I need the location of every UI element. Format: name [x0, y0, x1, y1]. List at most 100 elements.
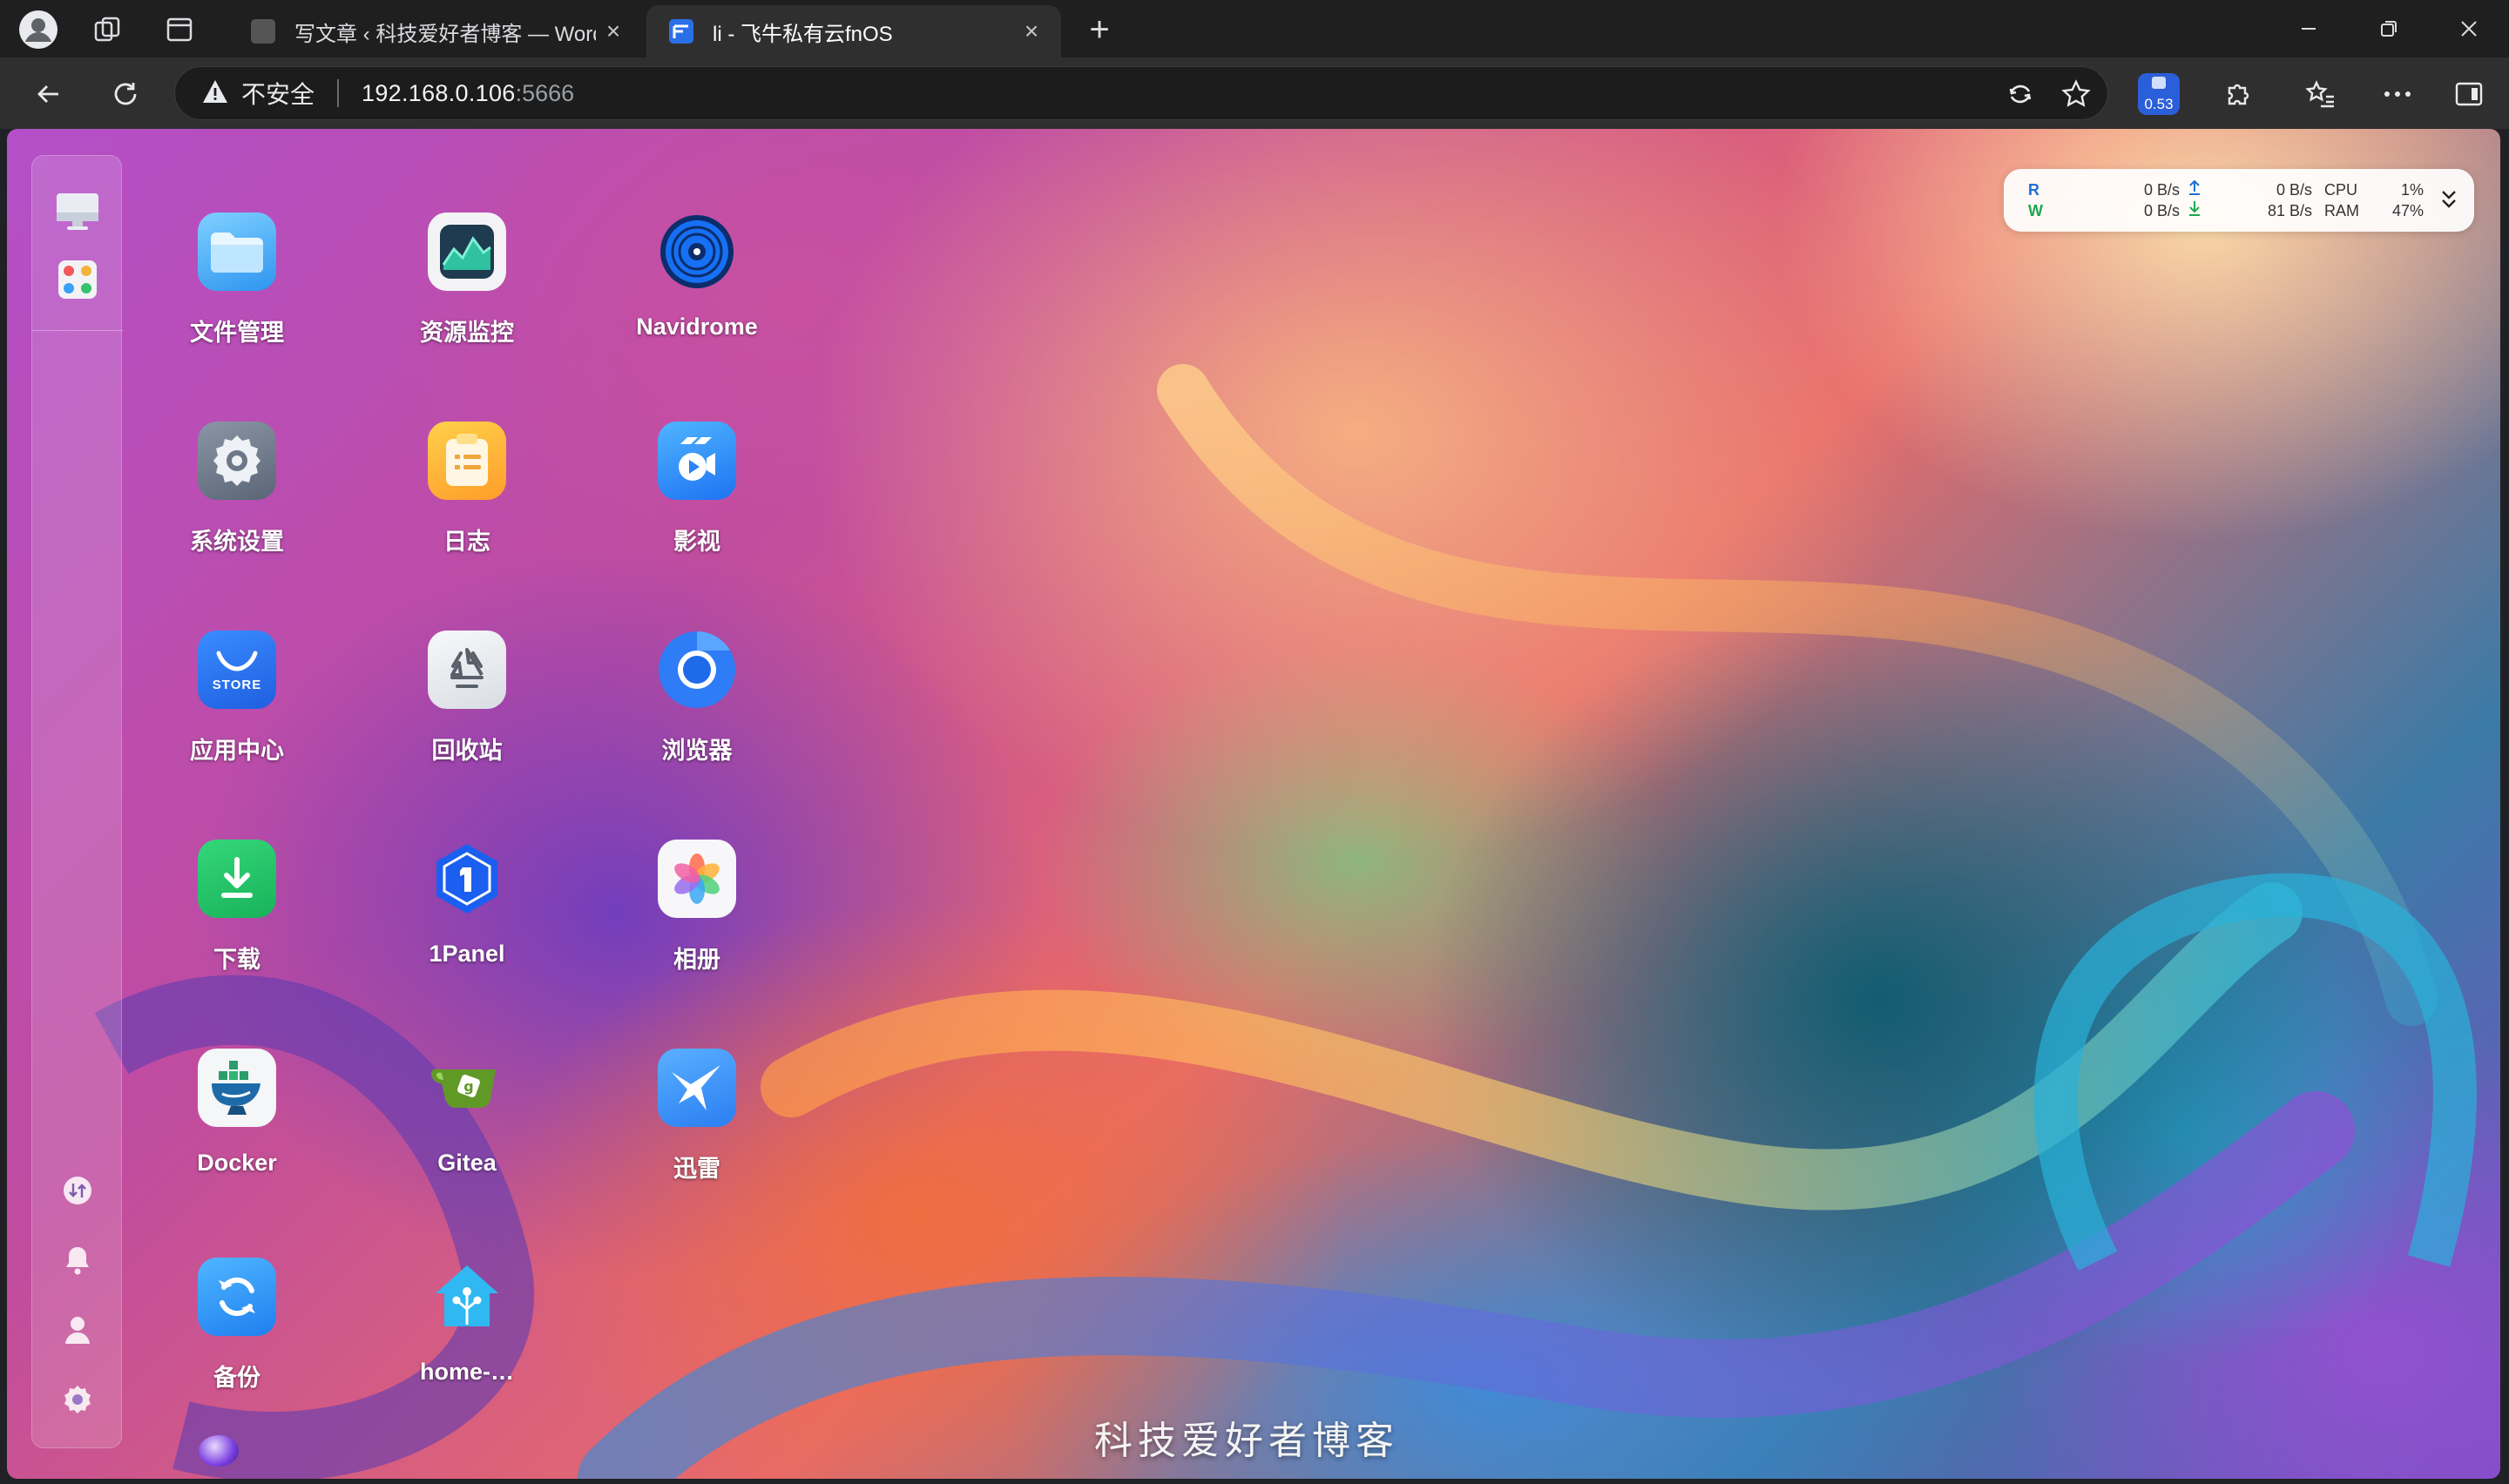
user-icon[interactable]: [53, 1305, 102, 1354]
app-label: 迅雷: [673, 1156, 720, 1182]
folder-icon: [198, 212, 276, 291]
watermark-text: 科技爱好者博客: [1094, 1419, 1399, 1463]
backup-icon: [198, 1258, 276, 1336]
cpu-usage: 1%: [2400, 181, 2424, 199]
url-host: 192.168.0.106: [362, 79, 516, 106]
app-label: 1Panel: [429, 941, 505, 967]
ram-usage: 47%: [2391, 202, 2424, 219]
download-icon: [198, 840, 276, 918]
app-label: 相册: [673, 947, 720, 973]
address-bar[interactable]: 不安全 192.168.0.106 :5666: [174, 66, 2108, 120]
gitea-icon: g: [428, 1049, 506, 1127]
settings-gear-icon: [198, 422, 276, 500]
app-label: Navidrome: [636, 314, 758, 340]
app-label: home-…: [420, 1359, 514, 1385]
minimize-button[interactable]: [2269, 0, 2349, 57]
app-label: 浏览器: [661, 738, 733, 764]
app-backup[interactable]: 备份: [150, 1258, 324, 1440]
tab-fnos[interactable]: li - 飞牛私有云fnOS ×: [646, 5, 1061, 57]
tab-actions-icon[interactable]: [157, 7, 202, 52]
app-system-settings[interactable]: 系统设置: [150, 422, 324, 604]
left-dock: [31, 155, 123, 1448]
close-window-button[interactable]: [2429, 0, 2509, 57]
address-divider: [337, 79, 340, 107]
app-navidrome[interactable]: Navidrome: [610, 212, 784, 395]
favorite-star-icon[interactable]: [2052, 67, 2100, 121]
app-1panel[interactable]: 1Panel: [380, 840, 554, 1022]
warning-triangle-icon[interactable]: [201, 78, 229, 109]
url-port: :5666: [515, 79, 575, 106]
clipboard-icon: [428, 422, 506, 500]
reload-button[interactable]: [101, 70, 150, 118]
xunlei-icon: [658, 1049, 736, 1127]
close-tab-icon[interactable]: ×: [1014, 14, 1049, 49]
chevron-down-icon[interactable]: [2439, 188, 2458, 216]
photos-icon: [658, 840, 736, 918]
app-photos[interactable]: 相册: [610, 840, 784, 1022]
app-file-manager[interactable]: 文件管理: [150, 212, 324, 395]
transfer-icon[interactable]: [53, 1166, 102, 1215]
vinyl-icon: [658, 212, 736, 291]
app-recycle-bin[interactable]: 回收站: [380, 631, 554, 813]
app-gitea[interactable]: g Gitea: [380, 1049, 554, 1231]
favorites-list-icon[interactable]: [2296, 70, 2345, 118]
title-bar: 写文章 ‹ 科技爱好者博客 — WordPress × li - 飞牛私有云fn…: [0, 0, 2509, 57]
app-logs[interactable]: 日志: [380, 422, 554, 604]
resource-monitor-icon: [428, 212, 506, 291]
bell-icon[interactable]: [53, 1236, 102, 1285]
home-assistant-icon: [428, 1258, 506, 1336]
app-label: Docker: [197, 1150, 277, 1176]
resource-widget[interactable]: R W 0 B/s 0 B/s 0 B/s 81 B/s CPU RAM 1% …: [2004, 169, 2474, 232]
monitor-icon[interactable]: [53, 187, 102, 236]
upload-arrow-icon: [2188, 179, 2201, 200]
browser-icon: [658, 631, 736, 709]
app-label: 回收站: [431, 738, 503, 764]
tab-wordpress[interactable]: 写文章 ‹ 科技爱好者博客 — WordPress ×: [228, 5, 643, 57]
more-menu-icon[interactable]: [2373, 70, 2422, 118]
disk-write-speed: 0 B/s: [2143, 202, 2180, 219]
profile-avatar-icon[interactable]: [16, 7, 61, 52]
app-video[interactable]: 影视: [610, 422, 784, 604]
download-arrow-icon: [2188, 200, 2201, 221]
write-label: W: [2028, 202, 2043, 219]
wordpress-favicon-icon: [251, 19, 275, 44]
back-button[interactable]: [24, 70, 73, 118]
app-home-assistant[interactable]: home-…: [380, 1258, 554, 1440]
read-label: R: [2028, 181, 2039, 199]
app-label: 系统设置: [190, 529, 284, 555]
app-label: 文件管理: [190, 320, 284, 346]
fnos-favicon-icon: [669, 19, 693, 44]
extension-speed-button[interactable]: 0.53: [2133, 70, 2185, 118]
app-xunlei[interactable]: 迅雷: [610, 1049, 784, 1231]
new-tab-button[interactable]: +: [1077, 7, 1122, 52]
cpu-label: CPU: [2324, 181, 2358, 199]
gear-icon[interactable]: [53, 1375, 102, 1424]
app-download[interactable]: 下载: [150, 840, 324, 1022]
navigation-bar: 不安全 192.168.0.106 :5666 0.53: [0, 57, 2509, 129]
app-label: 应用中心: [190, 738, 284, 764]
docker-icon: [198, 1049, 276, 1127]
edge-refresh-icon[interactable]: [1996, 67, 2045, 121]
app-browser[interactable]: 浏览器: [610, 631, 784, 813]
extension-badge: 0.53: [2144, 96, 2174, 112]
close-tab-icon[interactable]: ×: [596, 14, 631, 49]
app-label: 日志: [443, 529, 490, 555]
restore-button[interactable]: [2349, 0, 2429, 57]
disk-read-speed: 0 B/s: [2143, 181, 2180, 199]
fnos-desktop[interactable]: 文件管理 资源监控 Navidrome 系统设置 日志 影视 STORE 应用中…: [7, 129, 2500, 1479]
net-download-speed: 81 B/s: [2267, 202, 2312, 219]
app-label: 下载: [213, 947, 260, 973]
store-sublabel: STORE: [212, 677, 262, 692]
workspaces-icon[interactable]: [85, 7, 131, 52]
tab-title: li - 飞牛私有云fnOS: [713, 22, 893, 46]
1panel-icon: [428, 840, 506, 918]
security-status-label[interactable]: 不安全: [241, 76, 314, 111]
tab-title: 写文章 ‹ 科技爱好者博客 — WordPress: [294, 22, 596, 46]
extensions-puzzle-icon[interactable]: [2213, 70, 2262, 118]
ram-label: RAM: [2324, 202, 2359, 219]
app-docker[interactable]: Docker: [150, 1049, 324, 1231]
app-grid-icon[interactable]: [53, 255, 102, 304]
app-store[interactable]: STORE 应用中心: [150, 631, 324, 813]
sidebar-toggle-icon[interactable]: [2445, 70, 2493, 118]
app-resource-monitor[interactable]: 资源监控: [380, 212, 554, 395]
